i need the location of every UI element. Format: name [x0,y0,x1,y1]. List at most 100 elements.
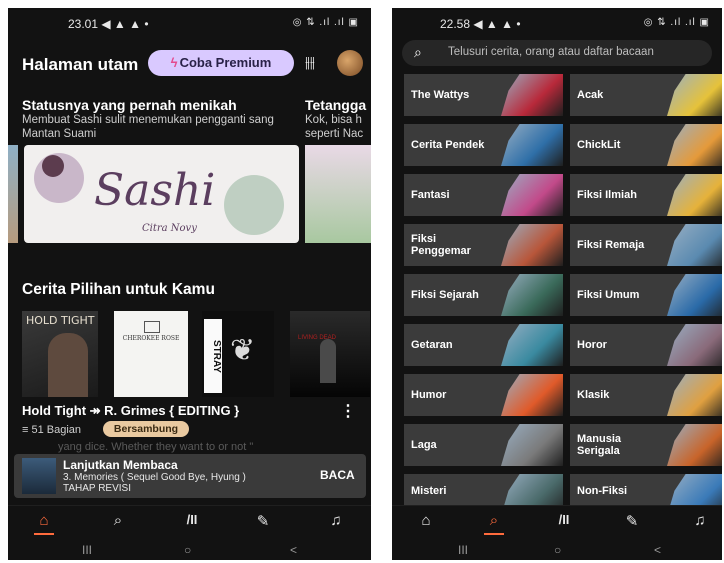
category-tile[interactable]: Horor [570,324,722,366]
bottom-nav: ⌂ ⌕ /II ✎ ♫ [8,505,371,538]
category-tile[interactable]: Fantasi [404,174,563,216]
filter-icon[interactable]: ⫲⫲ [305,54,315,71]
category-label: Getaran [411,339,453,351]
category-artwork [667,324,722,366]
next-featured-title[interactable]: Tetangga [305,97,366,113]
category-label: Laga [411,439,437,451]
read-button[interactable]: BACA [320,468,355,482]
cover-figure [48,333,88,397]
next-banner[interactable] [305,145,371,243]
category-tile[interactable]: Fiksi Remaja [570,224,722,266]
home-icon[interactable]: ⌂ [414,512,438,529]
status-icons: ◎ ⇅ .ıl .ıl ▣ [643,17,710,28]
bottom-nav: ⌂ ⌕ /II ✎ ♫ [392,505,722,538]
category-tile[interactable]: ChickLit [570,124,722,166]
category-label: Non-Fiksi [577,485,628,497]
write-icon[interactable]: ✎ [620,512,644,530]
category-tile[interactable]: Humor [404,374,563,416]
category-label: Humor [411,389,447,401]
notification-icon[interactable]: ♫ [324,512,348,529]
search-icon: ⌕ [414,44,422,60]
category-artwork [667,474,722,508]
status-bar: 23.01 ◀ ▲ ▲ • ◎ ⇅ .ıl .ıl ▣ [8,8,371,38]
book-cover-cherokee-rose[interactable]: CHEROKEE ROSE [114,311,188,397]
category-label: Cerita Pendek [411,139,485,151]
category-tile[interactable]: Klasik [570,374,722,416]
search-icon[interactable]: ⌕ [106,512,130,529]
system-nav: III ○ < [392,542,722,560]
book-cover-hold-tight[interactable]: HOLD TIGHT [22,311,98,397]
more-options-icon[interactable]: ⋮ [340,401,356,421]
section-title: Cerita Pilihan untuk Kamu [22,281,215,298]
category-tile[interactable]: Laga [404,424,563,466]
featured-banner[interactable]: Sashi Citra Novy [24,145,299,243]
back-button[interactable]: < [290,543,297,557]
book-title[interactable]: Hold Tight ↠ R. Grimes { EDITING } [22,403,239,419]
category-tile[interactable]: Misteri [404,474,563,508]
search-placeholder: Telusuri cerita, orang atau daftar bacaa… [448,46,654,58]
category-tile[interactable]: The Wattys [404,74,563,116]
category-artwork [501,474,563,508]
category-label: Acak [577,89,604,101]
featured-title[interactable]: Statusnya yang pernah menikah [22,97,237,113]
wings-icon: ❦ [230,334,256,367]
category-tile[interactable]: Cerita Pendek [404,124,563,166]
book-cover-stray[interactable]: STRAY ❦ [202,311,274,397]
banner-moon [42,155,64,177]
category-tile[interactable]: Acak [570,74,722,116]
category-tile[interactable]: Manusia Serigala [570,424,722,466]
book-cover-living-dead[interactable]: LIVING DEAD [290,311,370,397]
library-icon[interactable]: /II [180,512,204,527]
category-artwork [501,274,563,316]
category-tile[interactable]: Fiksi Penggemar [404,224,563,266]
banner-author: Citra Novy [142,223,197,234]
next-featured-desc: Kok, bisa h seperti Nac [305,114,364,140]
system-home-button[interactable]: ○ [554,543,561,557]
library-icon[interactable]: /II [552,512,576,527]
category-label: Fiksi Ilmiah [577,189,637,201]
category-artwork [667,374,722,416]
cover-emblem [144,321,160,333]
category-artwork [667,274,722,316]
active-tab-indicator [484,533,504,535]
back-button[interactable]: < [654,543,661,557]
continue-reading-bar[interactable]: Lanjutkan Membaca 3. Memories ( Sequel G… [14,454,366,498]
bolt-icon: ϟ [170,55,178,70]
category-tile[interactable]: Getaran [404,324,563,366]
category-artwork [501,424,563,466]
category-tile[interactable]: Fiksi Sejarah [404,274,563,316]
category-artwork [667,174,722,216]
category-tile[interactable]: Non-Fiksi [570,474,722,508]
home-icon[interactable]: ⌂ [32,512,56,529]
category-label: Misteri [411,485,447,497]
category-label: Fiksi Sejarah [411,289,479,301]
status-badge: Bersambung [103,421,189,437]
category-label: Fiksi Remaja [577,239,645,251]
category-tile[interactable]: Fiksi Ilmiah [570,174,722,216]
recent-apps-button[interactable]: III [458,543,468,557]
prev-banner[interactable] [8,145,18,243]
status-icons: ◎ ⇅ .ıl .ıl ▣ [292,17,359,28]
category-artwork [501,124,563,166]
system-home-button[interactable]: ○ [184,543,191,557]
book-parts: ≡ 51 Bagian [22,424,82,436]
search-icon[interactable]: ⌕ [482,512,506,529]
active-tab-indicator [34,533,54,535]
avatar[interactable] [337,50,363,76]
continue-note: TAHAP REVISI [63,483,131,494]
search-bar[interactable]: ⌕ Telusuri cerita, orang atau daftar bac… [402,40,712,66]
recent-apps-button[interactable]: III [82,543,92,557]
write-icon[interactable]: ✎ [251,512,275,530]
category-tile[interactable]: Fiksi Umum [570,274,722,316]
banner-plant [224,175,284,235]
notification-icon[interactable]: ♫ [688,512,712,529]
category-label: Fiksi Penggemar [411,233,471,257]
category-label: Manusia Serigala [577,433,622,457]
category-artwork [667,124,722,166]
category-label: Fiksi Umum [577,289,640,301]
premium-label: Coba Premium [179,55,272,70]
category-artwork [667,224,722,266]
category-artwork [501,74,563,116]
premium-button[interactable]: ϟ Coba Premium [148,50,294,76]
page-title: Halaman utam [22,55,139,74]
